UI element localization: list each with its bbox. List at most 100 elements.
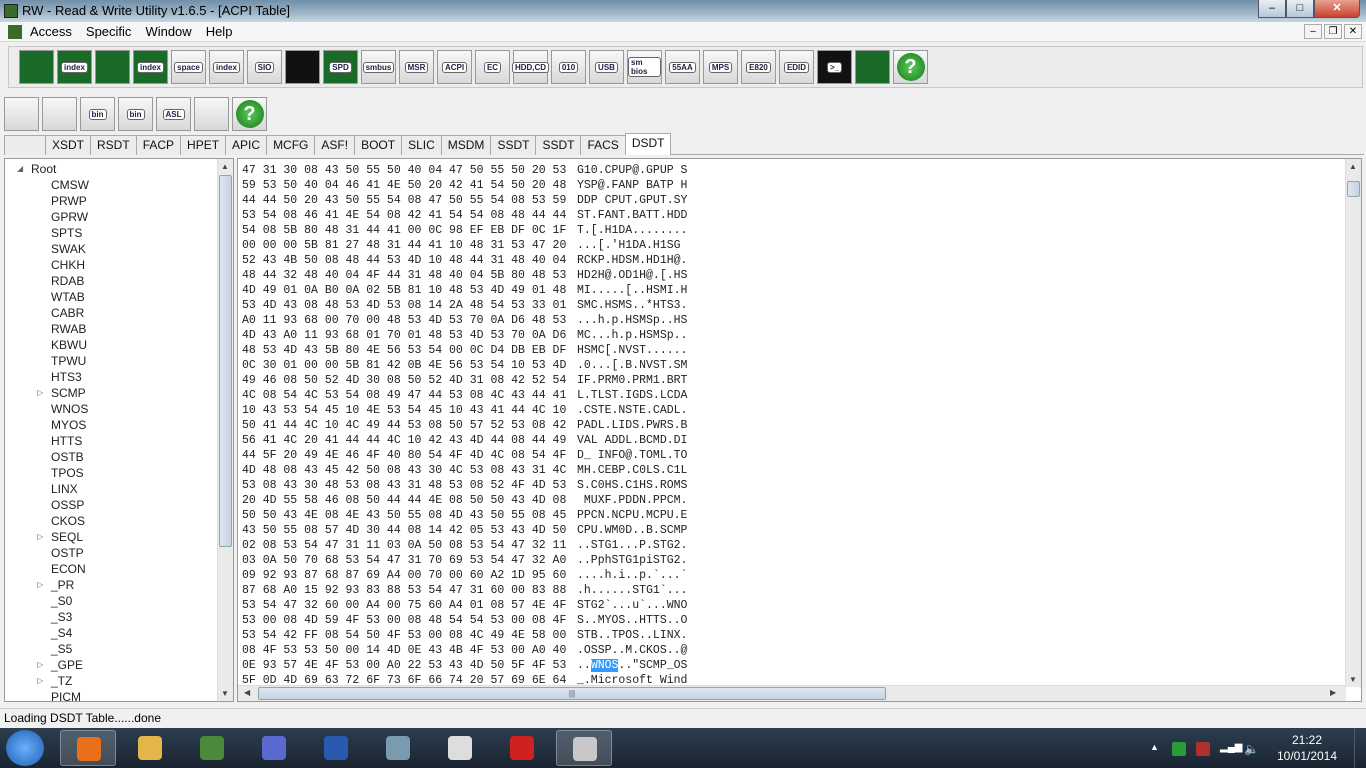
tree-item[interactable]: _S0 [51, 593, 72, 609]
close-button[interactable]: ✕ [1314, 0, 1360, 18]
tree-scroll-thumb[interactable] [219, 175, 232, 547]
tree-item[interactable]: _S4 [51, 625, 72, 641]
taskbar-scanner[interactable] [370, 730, 426, 766]
tab-ssdt[interactable]: SSDT [535, 135, 582, 155]
tree-item[interactable]: SCMP [51, 385, 86, 401]
tree-item[interactable]: _GPE [51, 657, 83, 673]
tree-item[interactable]: SWAK [51, 241, 86, 257]
mdi-restore-button[interactable]: ❐ [1324, 24, 1342, 39]
tree-item[interactable]: CABR [51, 305, 84, 321]
tab-hpet[interactable]: HPET [180, 135, 227, 155]
save-bin-button[interactable]: bin [80, 97, 115, 131]
hex-scroll-thumb[interactable] [1347, 181, 1360, 197]
tab-dsdt[interactable]: DSDT [624, 133, 672, 155]
tree-item[interactable]: MYOS [51, 417, 86, 433]
pci-button[interactable] [19, 50, 54, 84]
expand-icon[interactable]: ▷ [37, 580, 43, 589]
network-signal-icon[interactable]: ▂▄▆ [1220, 742, 1242, 756]
collapse-icon[interactable]: ◢ [17, 164, 23, 173]
tab-apic[interactable]: APIC [225, 135, 268, 155]
tab-blank[interactable] [4, 135, 46, 155]
asl-button[interactable]: ASL [156, 97, 191, 131]
tree-item[interactable]: CKOS [51, 513, 85, 529]
tree-item[interactable]: SEQL [51, 529, 83, 545]
tree-root[interactable]: Root [31, 161, 56, 177]
maximize-button[interactable]: □ [1286, 0, 1314, 18]
menu-help[interactable]: Help [206, 24, 233, 39]
tree-item[interactable]: TPOS [51, 465, 84, 481]
tab-msdm[interactable]: MSDM [440, 135, 492, 155]
taskbar-rw-active[interactable] [556, 730, 612, 766]
menu-access[interactable]: Access [30, 24, 72, 39]
scroll-up-icon[interactable]: ▲ [1349, 162, 1357, 171]
acpi-button[interactable]: ACPI [437, 50, 472, 84]
tree-item[interactable]: LINX [51, 481, 78, 497]
scroll-down-icon[interactable]: ▼ [1349, 675, 1357, 684]
tree-item[interactable]: WNOS [51, 401, 88, 417]
tree-item[interactable]: ECON [51, 561, 86, 577]
ec-button[interactable]: EC [475, 50, 510, 84]
tab-mcfg[interactable]: MCFG [266, 135, 316, 155]
tree-item[interactable]: WTAB [51, 289, 85, 305]
expand-icon[interactable]: ▷ [37, 388, 43, 397]
tab-boot[interactable]: BOOT [354, 135, 403, 155]
tree-item[interactable]: RWAB [51, 321, 86, 337]
tree-item[interactable]: HTS3 [51, 369, 82, 385]
device-button[interactable] [855, 50, 890, 84]
expand-icon[interactable]: ▷ [37, 660, 43, 669]
scroll-left-icon[interactable]: ◀ [244, 688, 250, 697]
expand-icon[interactable]: ▷ [37, 532, 43, 541]
tab-rsdt[interactable]: RSDT [90, 135, 137, 155]
tree-item[interactable]: GPRW [51, 209, 88, 225]
oscilloscope-button[interactable] [285, 50, 320, 84]
show-hidden-icons-icon[interactable]: ▲ [1150, 742, 1164, 756]
mdi-app-icon[interactable] [8, 24, 22, 39]
command-button[interactable]: >_ [817, 50, 852, 84]
smbios-button[interactable]: sm bios [627, 50, 662, 84]
msr-button[interactable]: MSR [399, 50, 434, 84]
tab-xsdt[interactable]: XSDT [45, 135, 92, 155]
memory-index-button[interactable]: index [133, 50, 168, 84]
tree-item[interactable]: RDAB [51, 273, 84, 289]
55aa-button[interactable]: 55AA [665, 50, 700, 84]
expand-icon[interactable]: ▷ [37, 676, 43, 685]
save-button[interactable] [4, 97, 39, 131]
tree-item[interactable]: KBWU [51, 337, 87, 353]
show-desktop-button[interactable] [1354, 728, 1366, 768]
io-index-button[interactable]: index [209, 50, 244, 84]
e820-button[interactable]: E820 [741, 50, 776, 84]
tree-item[interactable]: TPWU [51, 353, 86, 369]
security-icon[interactable] [1172, 742, 1186, 756]
tree-item[interactable]: PICM [51, 689, 81, 701]
menu-window[interactable]: Window [145, 24, 191, 39]
taskbar-rw-utility[interactable] [184, 730, 240, 766]
scroll-down-icon[interactable]: ▼ [221, 689, 229, 698]
hex-hscroll-thumb[interactable]: ||| [258, 687, 886, 700]
taskbar-visual-studio-infinity[interactable] [246, 730, 302, 766]
sio-button[interactable]: SIO [247, 50, 282, 84]
hdd-cd-button[interactable]: HDD,CD [511, 50, 550, 84]
tree-item[interactable]: CHKH [51, 257, 85, 273]
tab-slic[interactable]: SLIC [401, 135, 442, 155]
tree-item[interactable]: _PR [51, 577, 74, 593]
start-button[interactable] [6, 730, 44, 766]
help-button[interactable]: ? [893, 50, 928, 84]
usb-button[interactable]: USB [589, 50, 624, 84]
tab-facs[interactable]: FACS [580, 135, 626, 155]
tree-item[interactable]: OSTP [51, 545, 84, 561]
tree-item[interactable]: _S3 [51, 609, 72, 625]
tree-item[interactable]: HTTS [51, 433, 82, 449]
save-all-bin-button[interactable]: bin [118, 97, 153, 131]
tree-item[interactable]: OSTB [51, 449, 84, 465]
scroll-right-icon[interactable]: ▶ [1330, 688, 1336, 697]
taskbar-firefox[interactable] [60, 730, 116, 766]
tree-item[interactable]: _TZ [51, 673, 72, 689]
spd-button[interactable]: SPD [323, 50, 358, 84]
tree-item[interactable]: CMSW [51, 177, 89, 193]
ascii-selection[interactable]: WNOS [590, 659, 619, 672]
tree-item[interactable]: _S5 [51, 641, 72, 657]
mps-button[interactable]: MPS [703, 50, 738, 84]
scroll-up-icon[interactable]: ▲ [221, 162, 229, 171]
mdi-minimize-button[interactable]: – [1304, 24, 1322, 39]
taskbar-file-explorer[interactable] [122, 730, 178, 766]
